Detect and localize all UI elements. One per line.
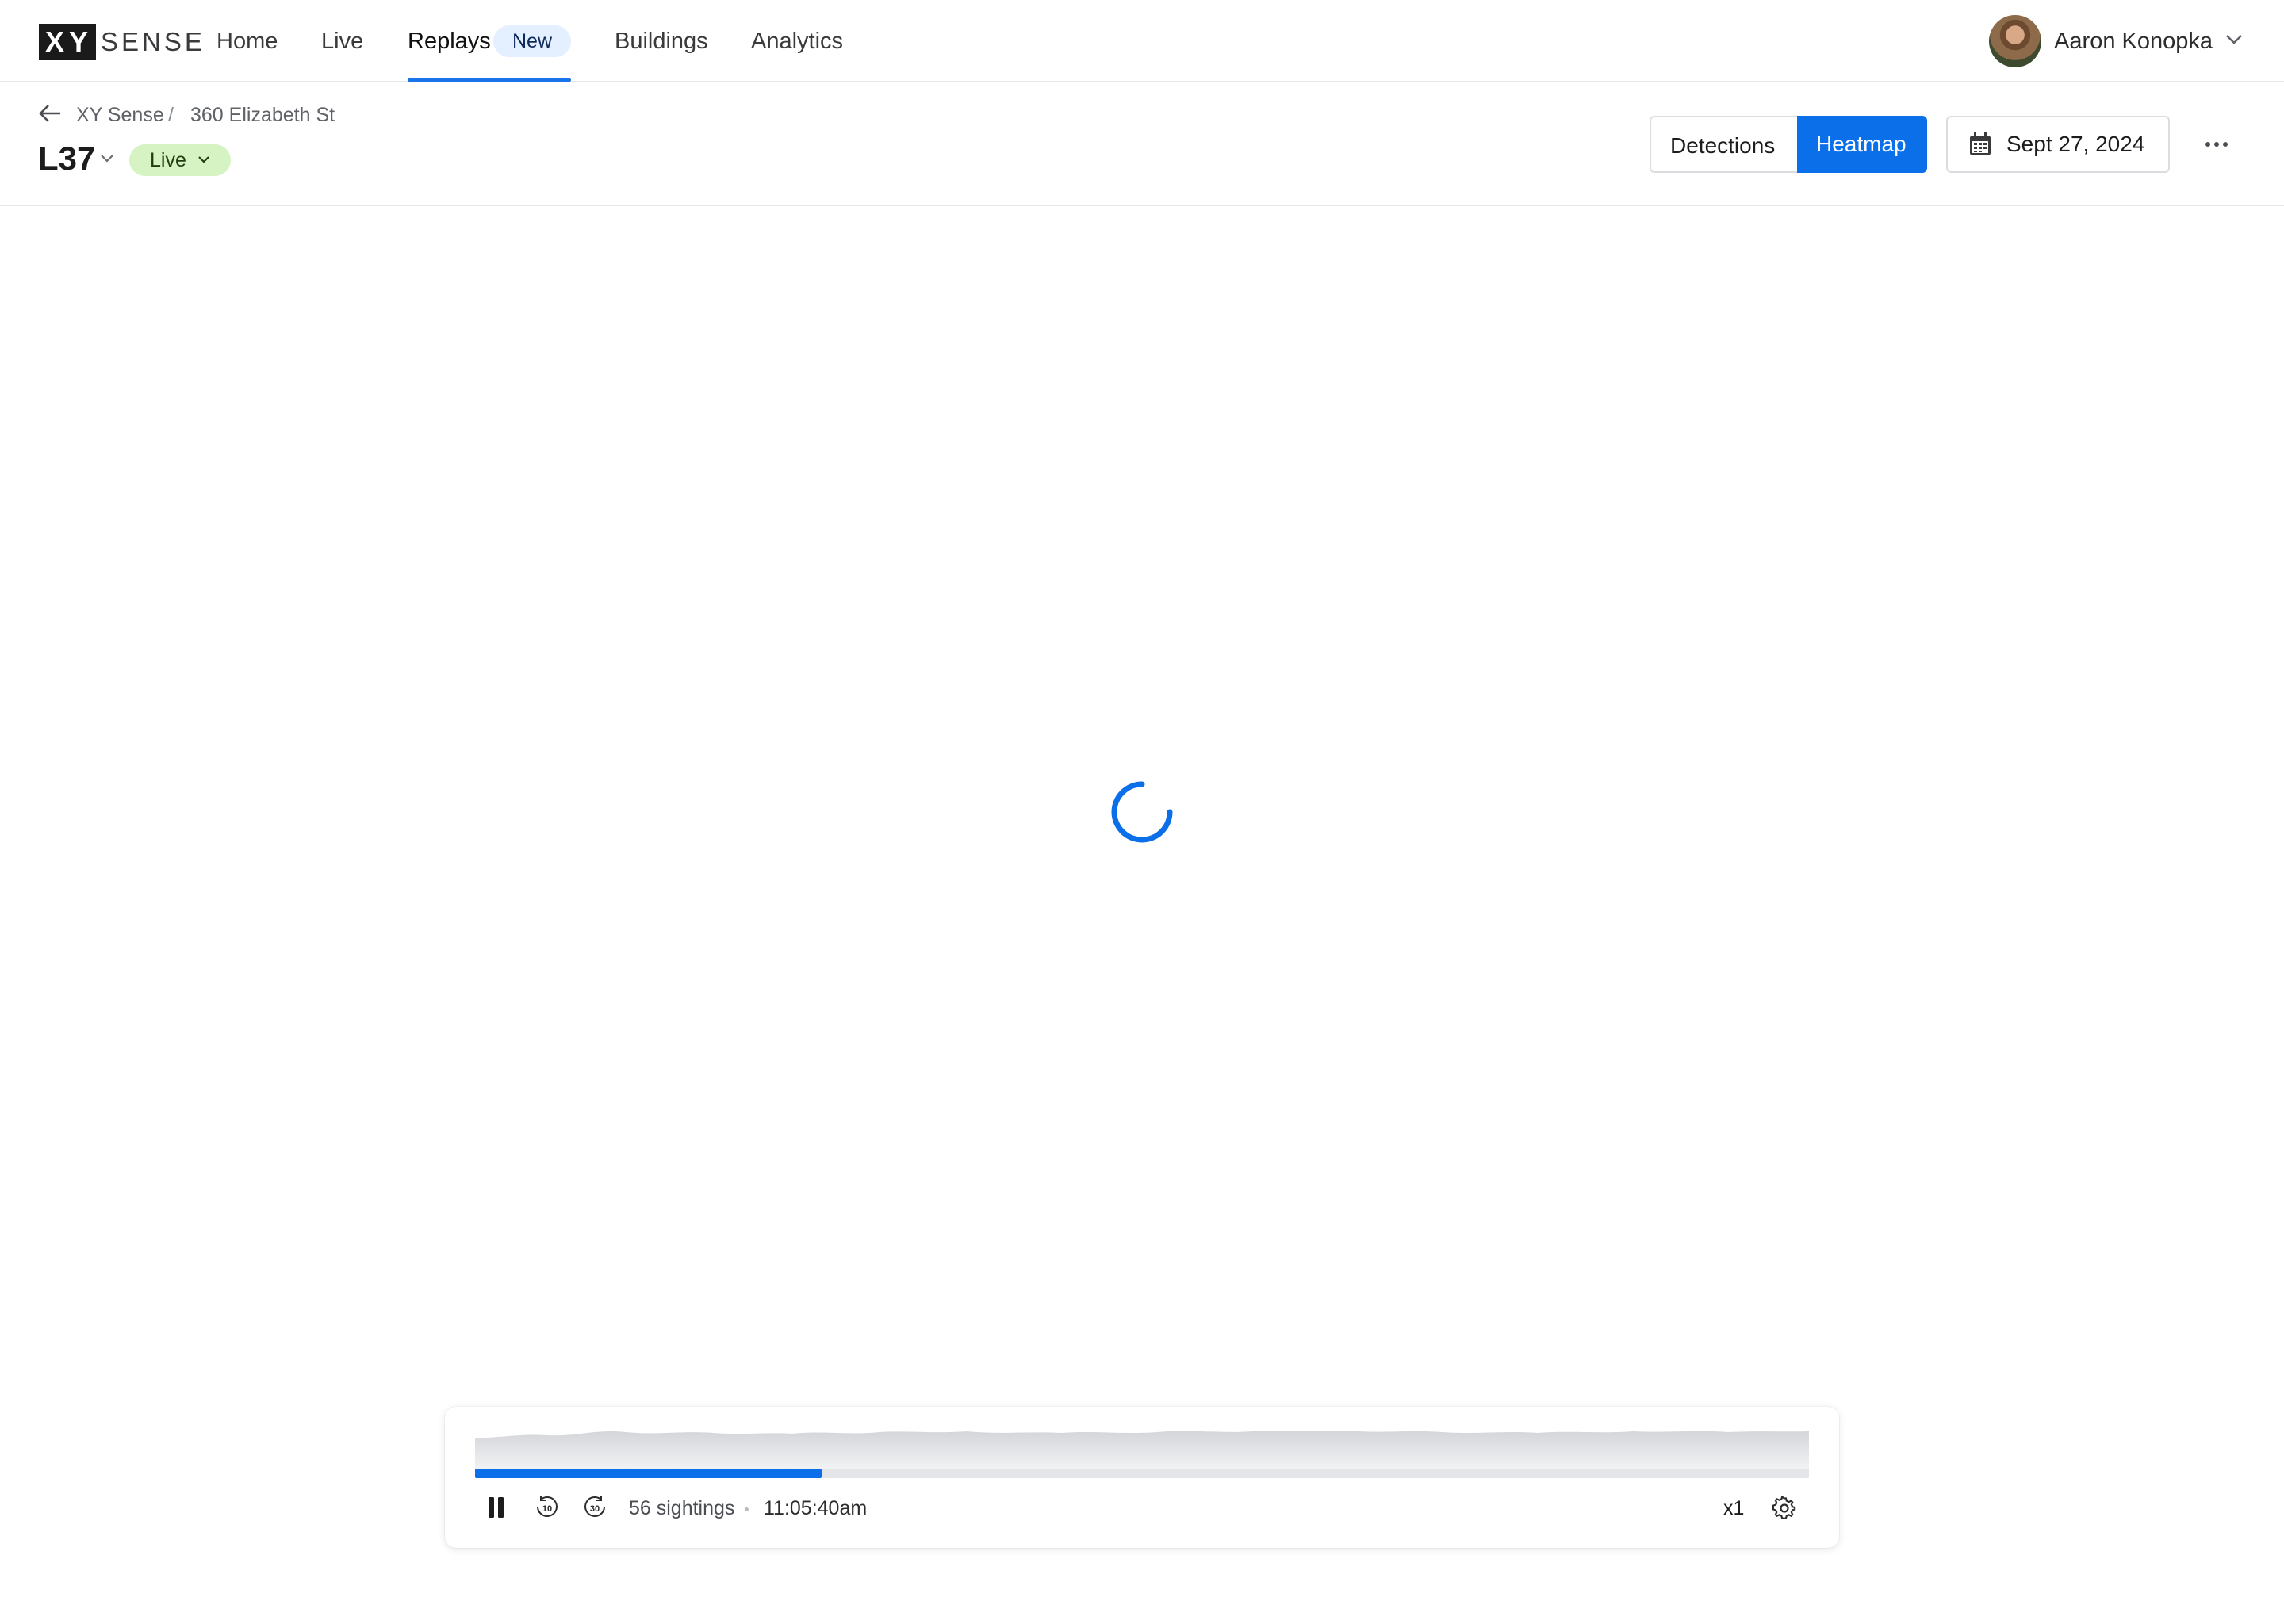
page-header: [0, 82, 2284, 206]
calendar-icon: [1970, 132, 1991, 155]
live-status-label: Live: [150, 149, 186, 171]
date-label: Sept 27, 2024: [2006, 132, 2145, 156]
user-menu[interactable]: Aaron Konopka: [1989, 14, 2243, 68]
nav-live[interactable]: Live: [321, 0, 363, 82]
view-toggle: Detections Heatmap: [1650, 116, 1927, 173]
floor-chevron-down-icon[interactable]: [100, 153, 114, 167]
settings-gear-icon[interactable]: [1772, 1495, 1796, 1524]
user-name: Aaron Konopka: [2054, 28, 2213, 54]
sightings-count: 56 sightings: [629, 1497, 735, 1519]
playback-time: 11:05:40am: [764, 1497, 868, 1519]
back-arrow-icon[interactable]: [38, 103, 62, 128]
playback-speed-button[interactable]: x1: [1723, 1494, 1744, 1522]
spinner-icon: [1109, 779, 1175, 848]
replay-player: 10 30 56 sightings 11:05:40am x1: [445, 1407, 1839, 1548]
new-badge: New: [493, 25, 572, 57]
live-status-dropdown[interactable]: Live: [129, 144, 231, 176]
avatar: [1989, 15, 2042, 67]
pause-icon[interactable]: [488, 1496, 505, 1523]
activity-waveform[interactable]: [475, 1424, 1809, 1469]
active-nav-indicator: [408, 78, 571, 82]
breadcrumb-building[interactable]: 360 Elizabeth St: [190, 104, 335, 127]
svg-text:10: 10: [542, 1504, 552, 1514]
nav-analytics[interactable]: Analytics: [751, 0, 843, 82]
page-title[interactable]: L37: [38, 140, 95, 178]
rewind-10-icon[interactable]: 10: [534, 1494, 561, 1525]
chevron-down-icon: [198, 156, 209, 163]
date-picker-button[interactable]: Sept 27, 2024: [1946, 116, 2170, 173]
logo-wordmark: SENSE: [101, 27, 205, 56]
nav-buildings[interactable]: Buildings: [615, 0, 708, 82]
xy-sense-logo[interactable]: XY SENSE: [39, 24, 205, 60]
svg-text:30: 30: [590, 1504, 600, 1514]
chevron-down-icon: [2225, 34, 2243, 49]
logo-mark: XY: [39, 24, 97, 60]
nav-replays[interactable]: Replays: [408, 0, 491, 82]
breadcrumb-xy-sense[interactable]: XY Sense: [76, 104, 164, 127]
more-icon[interactable]: [2203, 132, 2230, 157]
detections-toggle[interactable]: Detections: [1650, 116, 1797, 173]
nav-home[interactable]: Home: [217, 0, 278, 82]
breadcrumb-separator: /: [168, 104, 174, 126]
separator-dot: [745, 1507, 749, 1511]
playback-progress: [475, 1469, 822, 1478]
top-navigation: XY SENSE Home Live Replays New Buildings…: [0, 0, 2284, 82]
forward-30-icon[interactable]: 30: [581, 1494, 608, 1525]
heatmap-toggle[interactable]: Heatmap: [1797, 116, 1927, 173]
playback-scrubber[interactable]: [475, 1469, 1809, 1478]
